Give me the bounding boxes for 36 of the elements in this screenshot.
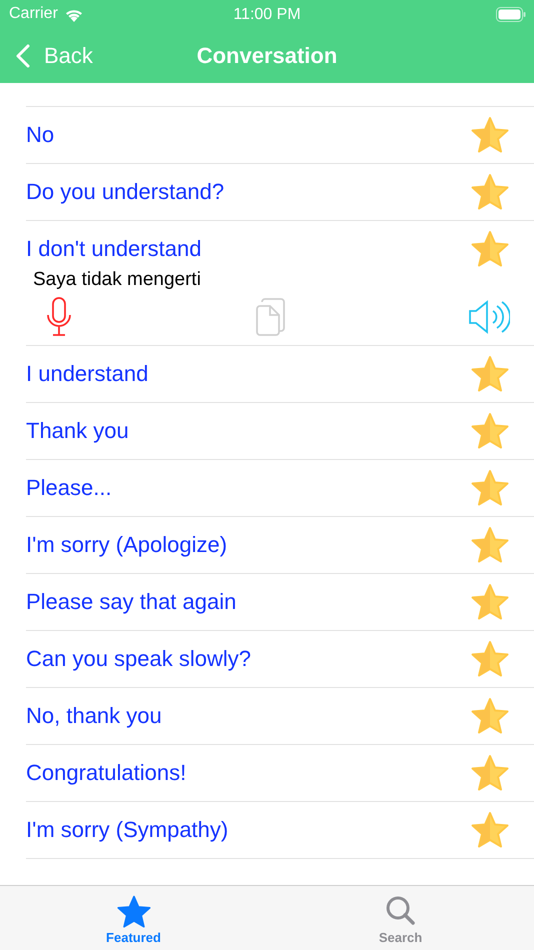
- star-icon: [116, 894, 152, 928]
- star-icon[interactable]: [470, 810, 510, 850]
- star-icon[interactable]: [470, 354, 510, 394]
- copy-icon[interactable]: [253, 297, 287, 337]
- time-text: 11:00 PM: [233, 6, 301, 24]
- star-icon[interactable]: [470, 229, 510, 269]
- star-icon[interactable]: [470, 582, 510, 622]
- phrase-text[interactable]: Do you understand?: [26, 179, 224, 205]
- phrase-text[interactable]: I'm sorry (Apologize): [26, 532, 228, 558]
- phrase-text[interactable]: Thank you: [26, 418, 129, 444]
- star-icon[interactable]: [470, 411, 510, 451]
- star-icon[interactable]: [470, 468, 510, 508]
- phrase-text[interactable]: No, thank you: [26, 703, 162, 729]
- phrase-text[interactable]: I understand: [26, 361, 148, 387]
- star-icon[interactable]: [470, 115, 510, 155]
- translation-text: Saya tidak mengerti: [33, 269, 202, 291]
- screen-title: Conversation: [196, 42, 338, 68]
- star-icon[interactable]: [470, 172, 510, 212]
- phrase-text[interactable]: Please...: [26, 475, 112, 501]
- phrase-text[interactable]: I don't understand: [26, 236, 202, 262]
- search-icon: [384, 894, 418, 928]
- tab-item[interactable]: Featured: [0, 886, 267, 950]
- star-icon[interactable]: [470, 525, 510, 565]
- star-icon[interactable]: [470, 753, 510, 793]
- phrase-text[interactable]: No: [26, 122, 54, 148]
- battery-icon: [496, 6, 526, 22]
- chevron-left-icon: [16, 44, 30, 68]
- star-icon[interactable]: [470, 696, 510, 736]
- microphone-icon[interactable]: [46, 297, 72, 337]
- phrase-text[interactable]: Can you speak slowly?: [26, 646, 252, 672]
- carrier-text: Carrier: [9, 5, 58, 23]
- star-icon[interactable]: [470, 639, 510, 679]
- phrase-text[interactable]: Please say that again: [26, 589, 236, 615]
- phrase-text[interactable]: Congratulations!: [26, 760, 186, 786]
- phrase-text[interactable]: I'm sorry (Sympathy): [26, 817, 228, 843]
- speaker-icon[interactable]: [468, 300, 510, 334]
